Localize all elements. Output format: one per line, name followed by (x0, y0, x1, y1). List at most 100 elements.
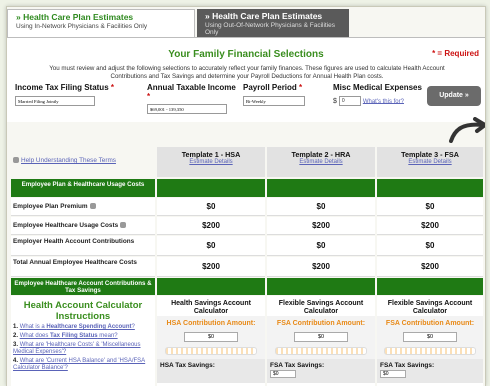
payroll-label: Payroll Period * (243, 83, 319, 93)
instruction-link[interactable]: What are 'Healthcare Costs' & 'Miscellan… (13, 342, 141, 355)
contribution-area: HSA Contribution Amount: $0 (157, 316, 265, 359)
required-note: * = Required (432, 49, 479, 58)
section-fill (267, 179, 375, 197)
tab-out-of-network[interactable]: » Health Care Plan Estimates Using Out-O… (197, 9, 349, 37)
filing-status-field: Income Tax Filing Status * Married Filin… (15, 83, 133, 106)
pointer-arrow-icon (449, 117, 485, 143)
row-value: $200 (157, 257, 265, 277)
instruction-link[interactable]: What are 'Current HSA Balance' and 'HSA/… (13, 358, 145, 371)
section-fill (377, 179, 483, 197)
instruction-item: 4. What are 'Current HSA Balance' and 'H… (11, 358, 155, 372)
item-number: 4. (13, 358, 19, 364)
estimate-details-link[interactable]: Estimate Details (377, 159, 483, 165)
filing-status-select[interactable]: Married Filing Jointly (15, 95, 95, 106)
row-value: $200 (377, 257, 483, 277)
row-value: $0 (377, 236, 483, 256)
required-star: * (299, 83, 303, 92)
instruction-item: 3. What are 'Healthcare Costs' & 'Miscel… (11, 342, 155, 356)
link-text: What is a (19, 324, 47, 330)
selections-intro: You must review and adjust the following… (49, 65, 445, 80)
payroll-field: Payroll Period * Bi-Weekly (243, 83, 319, 106)
section-fill (157, 278, 265, 295)
misc-help-link[interactable]: What's this for? (363, 98, 404, 104)
estimate-details-link[interactable]: Estimate Details (267, 159, 375, 165)
contribution-area: FSA Contribution Amount: $0 (267, 316, 375, 359)
item-number: 2. (13, 333, 19, 339)
hsa-calculator: Health Savings Account Calculator HSA Co… (157, 296, 265, 386)
payroll-select[interactable]: Bi-Weekly (243, 95, 305, 106)
calculator-title: Flexible Savings Account Calculator (278, 300, 364, 315)
tab-title: » Health Care Plan Estimates (16, 12, 134, 22)
template-header-fsa: Template 3 - FSA Estimate Details (377, 147, 483, 177)
row-label: Employer Health Account Contributions (11, 236, 155, 256)
template-name: Template 3 - FSA (401, 150, 459, 159)
tax-savings-label: HSA Tax Savings: (160, 362, 215, 369)
income-label-text: Annual Taxable Income (147, 83, 236, 92)
item-number: 1. (13, 324, 19, 330)
contribution-slider[interactable] (384, 347, 476, 355)
tax-savings-area: HSA Tax Savings: (157, 359, 265, 383)
link-suffix: ? (131, 324, 135, 330)
calculator-title: Flexible Savings Account Calculator (387, 300, 473, 315)
contribution-title: HSA Contribution Amount: (166, 320, 256, 327)
help-link-text: Help Understanding These Terms (21, 157, 116, 164)
help-cell: Help Understanding These Terms (11, 147, 155, 177)
contribution-title: FSA Contribution Amount: (276, 320, 366, 327)
row-label-text: Employee Healthcare Usage Costs (13, 222, 119, 229)
row-label: Employee Plan Premium (11, 198, 155, 216)
contribution-title: FSA Contribution Amount: (385, 320, 475, 327)
template-header-hsa: Template 1 - HSA Estimate Details (157, 147, 265, 177)
row-value: $0 (267, 236, 375, 256)
section-fill (267, 278, 375, 295)
tab-in-network[interactable]: » Health Care Plan Estimates Using In-Ne… (7, 9, 195, 37)
section-fill (377, 278, 483, 295)
section-title: Employee Healthcare Account Contribution… (11, 278, 155, 295)
table-header-row: Help Understanding These Terms Template … (7, 147, 485, 177)
section-header-contributions: Employee Healthcare Account Contribution… (7, 278, 485, 295)
tax-savings-value: $0 (380, 370, 406, 378)
app-frame: » Health Care Plan Estimates Using In-Ne… (6, 6, 486, 386)
plan-tabs: » Health Care Plan Estimates Using In-Ne… (7, 7, 485, 39)
calculator-title: Health Savings Account Calculator (171, 300, 251, 315)
contribution-amount-input[interactable]: $0 (184, 332, 238, 342)
row-value: $0 (267, 198, 375, 216)
table-row: Total Annual Employee Healthcare Costs $… (7, 257, 485, 277)
link-bold: Healthcare Spending Account (46, 324, 132, 330)
estimate-details-link[interactable]: Estimate Details (157, 159, 265, 165)
link-suffix: mean? (97, 333, 118, 339)
link-text: What does (19, 333, 51, 339)
contribution-amount-input[interactable]: $0 (403, 332, 457, 342)
misc-expenses-label: Misc Medical Expenses (333, 83, 422, 92)
instruction-item: 1. What is a Healthcare Spending Account… (11, 324, 155, 331)
instructions-title: Health Account Calculator Instructions (23, 300, 143, 322)
section-header-usage: Employee Plan & Healthcare Usage Costs (7, 179, 485, 197)
update-button[interactable]: Update » (427, 86, 481, 106)
row-label: Employee Healthcare Usage Costs (11, 217, 155, 235)
misc-expenses-input[interactable]: 0 (338, 95, 361, 106)
info-icon[interactable] (120, 222, 127, 229)
row-value: $0 (377, 198, 483, 216)
dollar-sign: $ (333, 97, 337, 105)
instruction-link[interactable]: What is a Healthcare Spending Account? (20, 324, 135, 330)
financial-selections-panel: Your Family Financial Selections * = Req… (7, 37, 485, 122)
selections-title: Your Family Financial Selections (168, 49, 324, 60)
row-value: $200 (377, 217, 483, 235)
tax-savings-area: FSA Tax Savings: $0 (377, 359, 483, 383)
table-row: Employer Health Account Contributions $0… (7, 236, 485, 256)
contribution-amount-input[interactable]: $0 (294, 332, 348, 342)
section-fill (157, 179, 265, 197)
template-header-hra: Template 2 - HRA Estimate Details (267, 147, 375, 177)
info-icon[interactable] (89, 203, 96, 210)
instructions-panel: Health Account Calculator Instructions 1… (11, 296, 155, 386)
contribution-slider[interactable] (275, 347, 367, 355)
payroll-label-text: Payroll Period (243, 83, 297, 92)
fsa-calculator-2: Flexible Savings Account Calculator FSA … (377, 296, 483, 386)
contribution-area: FSA Contribution Amount: $0 (377, 316, 483, 359)
table-row: Employee Plan Premium $0 $0 $0 (7, 198, 485, 216)
contribution-slider[interactable] (165, 347, 257, 355)
instruction-link[interactable]: What does Tax Filing Status mean? (20, 333, 118, 339)
row-value: $200 (267, 257, 375, 277)
tax-savings-label: FSA Tax Savings: (380, 362, 435, 369)
income-select[interactable]: $69,001 - 139,350 (147, 104, 227, 114)
help-link[interactable]: Help Understanding These Terms (11, 147, 155, 164)
